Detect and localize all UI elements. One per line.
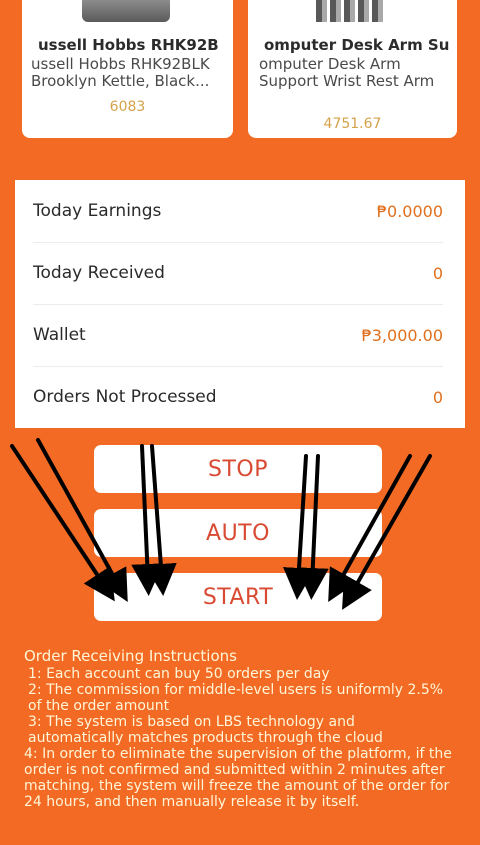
stat-value: 0	[432, 263, 443, 283]
start-button[interactable]: START	[94, 573, 382, 621]
stat-label: Orders Not Processed	[33, 387, 217, 407]
product-price: 6083	[109, 99, 146, 115]
instruction-item: 3: The system is based on LBS technology…	[28, 714, 383, 746]
order-instructions: Order Receiving Instructions 1: Each acc…	[24, 648, 454, 810]
product-name: omputer Desk Arm Su	[264, 36, 450, 54]
stat-value: ₱3,000.00	[361, 325, 443, 345]
instruction-item: 1: Each account can buy 50 orders per da…	[28, 666, 330, 682]
stop-button[interactable]: STOP	[94, 445, 382, 493]
product-description: ussell Hobbs RHK92BLK Brooklyn Kettle, B…	[31, 56, 210, 90]
stat-row-today-received: Today Received 0	[33, 242, 443, 305]
stat-row-wallet: Wallet ₱3,000.00	[33, 304, 443, 367]
product-image	[316, 0, 386, 22]
stat-label: Today Earnings	[33, 201, 162, 221]
stat-label: Today Received	[33, 263, 165, 283]
auto-button[interactable]: AUTO	[94, 509, 382, 557]
instructions-title: Order Receiving Instructions	[24, 647, 237, 665]
stat-value: 0	[432, 387, 443, 407]
product-price: 4751.67	[323, 116, 382, 132]
instruction-item: 4: In order to eliminate the supervision…	[24, 746, 452, 810]
instruction-item: 2: The commission for middle-level users…	[28, 682, 444, 714]
stats-panel: Today Earnings ₱0.0000 Today Received 0 …	[15, 180, 465, 428]
product-description: omputer Desk Arm Support Wrist Rest Arm …	[259, 56, 435, 90]
product-name: ussell Hobbs RHK92B	[38, 36, 219, 54]
stat-row-today-earnings: Today Earnings ₱0.0000	[33, 180, 443, 243]
stat-value: ₱0.0000	[376, 201, 443, 221]
product-card-1[interactable]: ussell Hobbs RHK92B ussell Hobbs RHK92BL…	[22, 0, 233, 138]
arrow-line	[10, 444, 115, 602]
product-image	[82, 0, 170, 22]
stat-label: Wallet	[33, 325, 86, 345]
product-card-2[interactable]: omputer Desk Arm Su omputer Desk Arm Sup…	[248, 0, 457, 138]
stat-row-orders-not-processed: Orders Not Processed 0	[33, 366, 443, 428]
